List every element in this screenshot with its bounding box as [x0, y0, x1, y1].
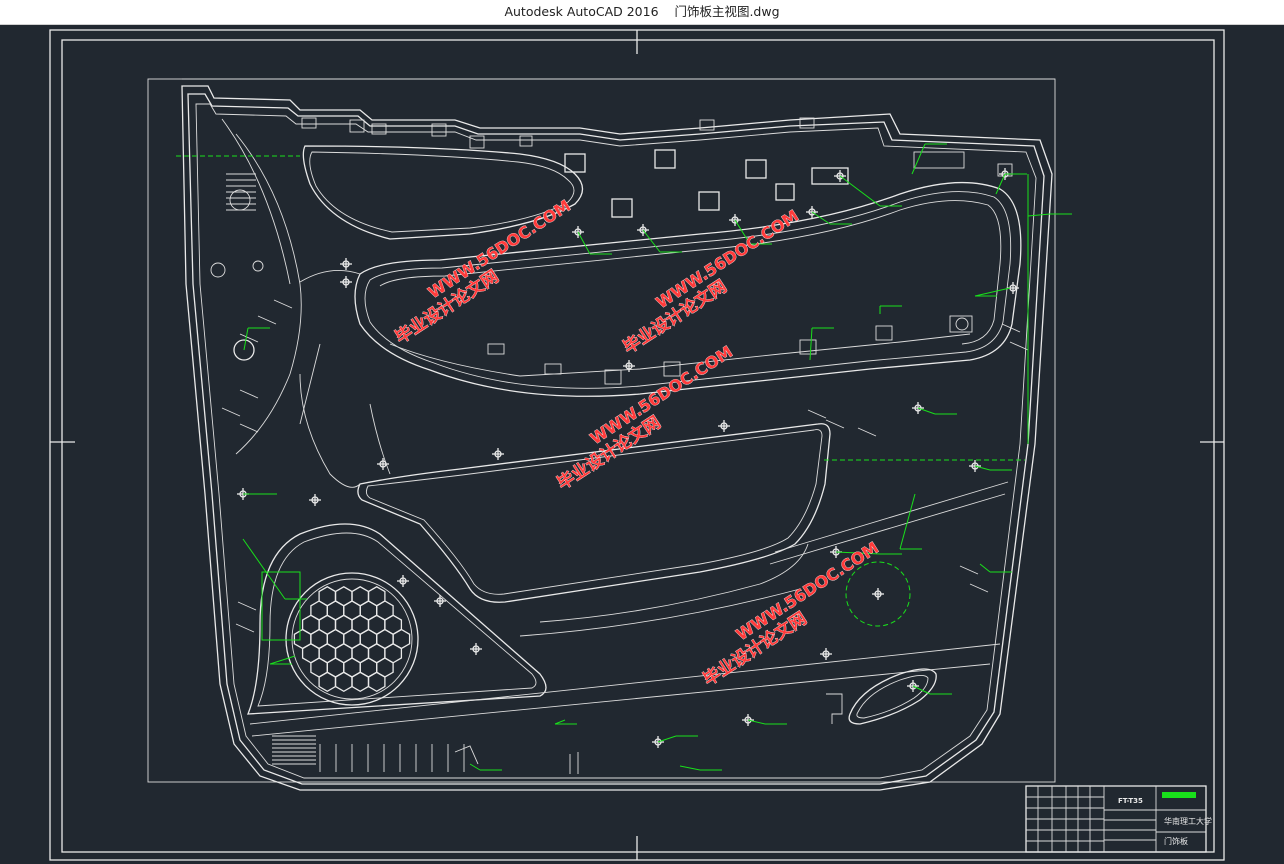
dimension-annotations: [176, 143, 1072, 771]
watermark-site: WWW.56DOC.COM: [733, 538, 883, 644]
window-title: Autodesk AutoCAD 2016 门饰板主视图.dwg: [0, 0, 1284, 24]
fastener-markers: [237, 168, 1019, 748]
file-name: 门饰板主视图.dwg: [674, 4, 780, 19]
watermark-site: WWW.56DOC.COM: [653, 206, 803, 312]
school-name: 华南理工大学: [1164, 816, 1212, 826]
drawing-viewport[interactable]: 毕业设计论文网 WWW.56DOC.COM 毕业设计论文网 WWW.56DOC.…: [0, 24, 1284, 864]
speaker-grille: [285, 572, 419, 706]
watermark-group: 毕业设计论文网 WWW.56DOC.COM 毕业设计论文网 WWW.56DOC.…: [391, 196, 883, 691]
pull-handle: [454, 668, 937, 774]
app-title: Autodesk AutoCAD 2016: [504, 4, 659, 19]
part-name: 门饰板: [1164, 836, 1188, 846]
title-block: FT-T35 华南理工大学 门饰板: [1025, 785, 1212, 853]
watermark-site: WWW.56DOC.COM: [587, 342, 737, 448]
drawing-code: FT-T35: [1118, 797, 1143, 805]
title-bar: Autodesk AutoCAD 2016 门饰板主视图.dwg: [0, 0, 1284, 25]
